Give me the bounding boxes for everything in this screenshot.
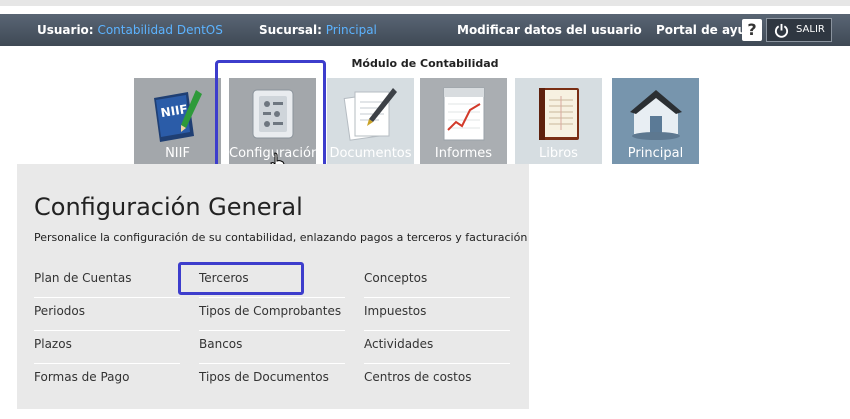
tile-principal[interactable]: Principal: [612, 78, 699, 164]
terceros-highlight-box: [178, 262, 304, 295]
tile-libros-label: Libros: [539, 146, 578, 161]
report-chart-icon: [443, 87, 485, 141]
top-bar: Usuario: Contabilidad DentOS Sucursal: P…: [0, 14, 850, 46]
tile-informes[interactable]: Informes: [420, 78, 507, 164]
help-icon[interactable]: ?: [742, 19, 762, 41]
module-title: Módulo de Contabilidad: [351, 57, 499, 70]
link-bancos[interactable]: Bancos: [199, 330, 345, 364]
home-icon: [630, 90, 682, 140]
power-icon: [774, 23, 789, 38]
sucursal-label: Sucursal:: [259, 23, 322, 37]
niif-book-icon: NIIF: [154, 90, 202, 142]
panel-title: Configuración General: [34, 193, 303, 221]
top-strip: [0, 0, 850, 6]
ledger-book-icon: [539, 88, 579, 140]
link-centros-de-costos[interactable]: Centros de costos: [364, 363, 510, 396]
tile-documentos-label: Documentos: [329, 146, 412, 161]
branch-info: Sucursal: Principal: [259, 14, 377, 46]
link-formas-de-pago[interactable]: Formas de Pago: [34, 363, 180, 396]
user-info: Usuario: Contabilidad DentOS: [37, 14, 223, 46]
usuario-value[interactable]: Contabilidad DentOS: [97, 23, 222, 37]
logout-label: SALIR: [796, 24, 825, 35]
usuario-label: Usuario:: [37, 23, 94, 37]
link-plazos[interactable]: Plazos: [34, 330, 180, 364]
tile-niif[interactable]: NIIF NIIF: [134, 78, 221, 164]
link-impuestos[interactable]: Impuestos: [364, 297, 510, 331]
configuracion-general-panel: Configuración General Personalice la con…: [17, 164, 529, 409]
link-tipos-de-comprobantes[interactable]: Tipos de Comprobantes: [199, 297, 345, 331]
tile-documentos[interactable]: Documentos: [327, 78, 414, 164]
tile-informes-label: Informes: [434, 146, 493, 161]
panel-subtitle: Personalice la configuración de su conta…: [34, 231, 528, 244]
link-actividades[interactable]: Actividades: [364, 330, 510, 364]
modify-user-link[interactable]: Modificar datos del usuario: [457, 14, 642, 46]
sucursal-value[interactable]: Principal: [326, 23, 377, 37]
link-periodos[interactable]: Periodos: [34, 297, 180, 331]
link-conceptos[interactable]: Conceptos: [364, 264, 510, 298]
tile-principal-label: Principal: [627, 146, 684, 161]
link-plan-de-cuentas[interactable]: Plan de Cuentas: [34, 264, 180, 298]
tile-niif-label: NIIF: [165, 146, 190, 161]
documents-pen-icon: [343, 88, 397, 141]
tile-libros[interactable]: Libros: [515, 78, 602, 164]
logout-button[interactable]: SALIR: [766, 18, 832, 42]
link-tipos-de-documentos[interactable]: Tipos de Documentos: [199, 363, 345, 396]
